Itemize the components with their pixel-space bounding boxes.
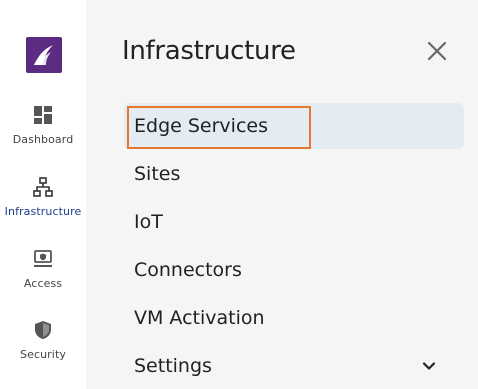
menu-item-iot[interactable]: IoT xyxy=(124,199,464,245)
infrastructure-flyout-panel: Infrastructure Edge Services Sites IoT C… xyxy=(86,0,478,389)
close-icon xyxy=(427,41,447,61)
chevron-down-icon xyxy=(422,362,436,370)
rail-item-infrastructure[interactable]: Infrastructure xyxy=(0,177,86,218)
close-button[interactable] xyxy=(426,40,448,62)
menu-item-settings[interactable]: Settings xyxy=(124,343,464,389)
rail-item-access[interactable]: Access xyxy=(0,249,86,290)
menu-item-connectors[interactable]: Connectors xyxy=(124,247,464,293)
rail-item-label: Infrastructure xyxy=(4,205,82,218)
brand-logo[interactable] xyxy=(26,37,62,73)
infrastructure-icon xyxy=(33,177,53,197)
menu-item-label: Edge Services xyxy=(134,115,268,137)
menu-item-label: Settings xyxy=(134,355,212,377)
left-nav-rail: Dashboard Infrastructure Access Security xyxy=(0,0,86,389)
rail-item-label: Dashboard xyxy=(12,133,74,146)
access-icon xyxy=(34,250,52,267)
menu-item-sites[interactable]: Sites xyxy=(124,151,464,197)
logo-icon xyxy=(34,45,53,65)
menu-item-edge-services[interactable]: Edge Services xyxy=(124,103,464,149)
rail-item-dashboard[interactable]: Dashboard xyxy=(0,105,86,146)
dashboard-icon xyxy=(34,106,52,124)
menu-item-vm-activation[interactable]: VM Activation xyxy=(124,295,464,341)
menu-item-label: VM Activation xyxy=(134,307,265,329)
menu-item-label: Sites xyxy=(134,163,181,185)
menu-item-label: Connectors xyxy=(134,259,242,281)
rail-item-label: Access xyxy=(23,277,63,290)
panel-title: Infrastructure xyxy=(122,36,296,66)
security-icon xyxy=(35,321,51,339)
menu-item-label: IoT xyxy=(134,211,163,233)
rail-item-security[interactable]: Security xyxy=(0,320,86,361)
rail-item-label: Security xyxy=(20,348,66,361)
